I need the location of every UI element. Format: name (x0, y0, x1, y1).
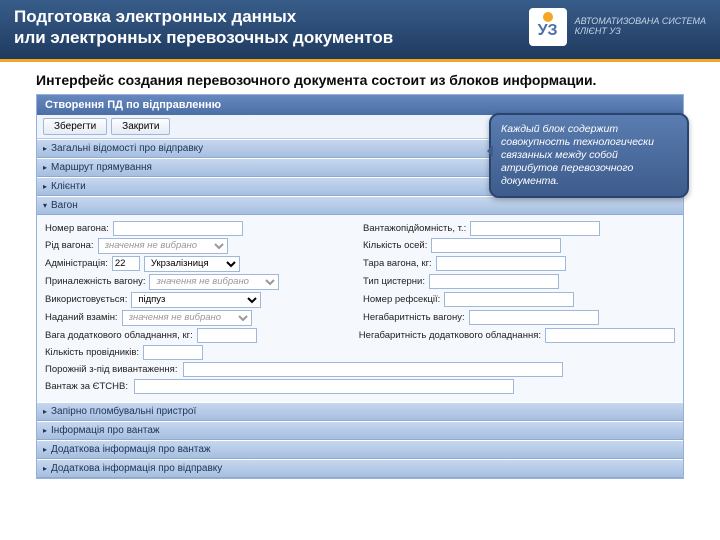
used-as-select[interactable]: підпуз (131, 292, 261, 308)
chevron-right-icon: ▸ (43, 163, 47, 172)
section-cargo-extra[interactable]: ▸Додаткова інформація про вантаж (37, 440, 683, 459)
wagon-type-select[interactable]: значення не вибрано (98, 238, 228, 254)
addl-equip-weight-input[interactable] (197, 328, 257, 343)
lbl-refsection: Номер рефсекції: (363, 294, 440, 305)
addl-equip-oversize-input[interactable] (545, 328, 675, 343)
lbl-axles: Кількість осей: (363, 240, 427, 251)
lbl-addl-equip-oversize: Негабаритність додаткового обладнання: (359, 330, 541, 341)
refsection-input[interactable] (444, 292, 574, 307)
chevron-right-icon: ▸ (43, 407, 47, 416)
chevron-right-icon: ▸ (43, 182, 47, 191)
close-button[interactable]: Закрити (111, 118, 170, 135)
title-line-2: или электронных перевозочных документов (14, 28, 393, 47)
section-seals[interactable]: ▸Запірно пломбувальні пристрої (37, 402, 683, 421)
lbl-empty-after: Порожній з-під вивантаження: (45, 364, 177, 375)
logo-icon: УЗ (529, 8, 567, 46)
tank-type-input[interactable] (429, 274, 559, 289)
section-shipment-extra[interactable]: ▸Додаткова інформація про відправку (37, 459, 683, 478)
lbl-tare: Тара вагона, кг: (363, 258, 432, 269)
window-title: Створення ПД по відправленню (37, 95, 683, 115)
lbl-given-instead: Наданий взамін: (45, 312, 118, 323)
app-window: Створення ПД по відправленню Зберегти За… (36, 94, 684, 479)
given-instead-select[interactable]: значення не вибрано (122, 310, 252, 326)
lbl-guides-count: Кількість провідників: (45, 347, 139, 358)
section-wagon[interactable]: ▾Вагон (37, 196, 683, 215)
tare-input[interactable] (436, 256, 566, 271)
chevron-right-icon: ▸ (43, 445, 47, 454)
admin-code-input[interactable] (112, 256, 140, 271)
wagon-no-input[interactable] (113, 221, 243, 236)
empty-after-input[interactable] (183, 362, 563, 377)
slide-header: Подготовка электронных данных или электр… (0, 0, 720, 59)
capacity-input[interactable] (470, 221, 600, 236)
wagon-form: Номер вагона: Вантажопідйомність, т.: Рі… (37, 215, 683, 402)
logo-text: АВТОМАТИЗОВАНА СИСТЕМА КЛІЄНТ УЗ (575, 17, 706, 37)
lbl-addl-equip-weight: Вага додаткового обладнання, кг: (45, 330, 193, 341)
lbl-wagon-type: Рід вагона: (45, 240, 94, 251)
title-line-1: Подготовка электронных данных (14, 7, 296, 26)
lbl-wagon-no: Номер вагона: (45, 223, 109, 234)
logo-block: УЗ АВТОМАТИЗОВАНА СИСТЕМА КЛІЄНТ УЗ (529, 8, 706, 46)
callout-bubble: Каждый блок содержит совокупность технол… (489, 113, 689, 199)
oversize-input[interactable] (469, 310, 599, 325)
lbl-capacity: Вантажопідйомність, т.: (363, 223, 466, 234)
lbl-oversize: Негабаритність вагону: (363, 312, 465, 323)
lbl-used-as: Використовується: (45, 294, 127, 305)
ownership-select[interactable]: значення не вибрано (149, 274, 279, 290)
lbl-admin: Адміністрація: (45, 258, 108, 269)
guides-count-input[interactable] (143, 345, 203, 360)
axles-input[interactable] (431, 238, 561, 253)
chevron-down-icon: ▾ (43, 201, 47, 210)
lbl-cargo-etsnv: Вантаж за ЄТСНВ: (45, 381, 128, 392)
cargo-etsnv-input[interactable] (134, 379, 514, 394)
section-cargo-info[interactable]: ▸Інформація про вантаж (37, 421, 683, 440)
intro-text: Интерфейс создания перевозочного докумен… (0, 62, 720, 94)
slide-title: Подготовка электронных данных или электр… (14, 6, 393, 49)
chevron-right-icon: ▸ (43, 464, 47, 473)
lbl-tank-type: Тип цистерни: (363, 276, 425, 287)
admin-name-select[interactable]: Укрзалізниця (144, 256, 240, 272)
save-button[interactable]: Зберегти (43, 118, 107, 135)
chevron-right-icon: ▸ (43, 144, 47, 153)
lbl-ownership: Приналежність вагону: (45, 276, 145, 287)
chevron-right-icon: ▸ (43, 426, 47, 435)
